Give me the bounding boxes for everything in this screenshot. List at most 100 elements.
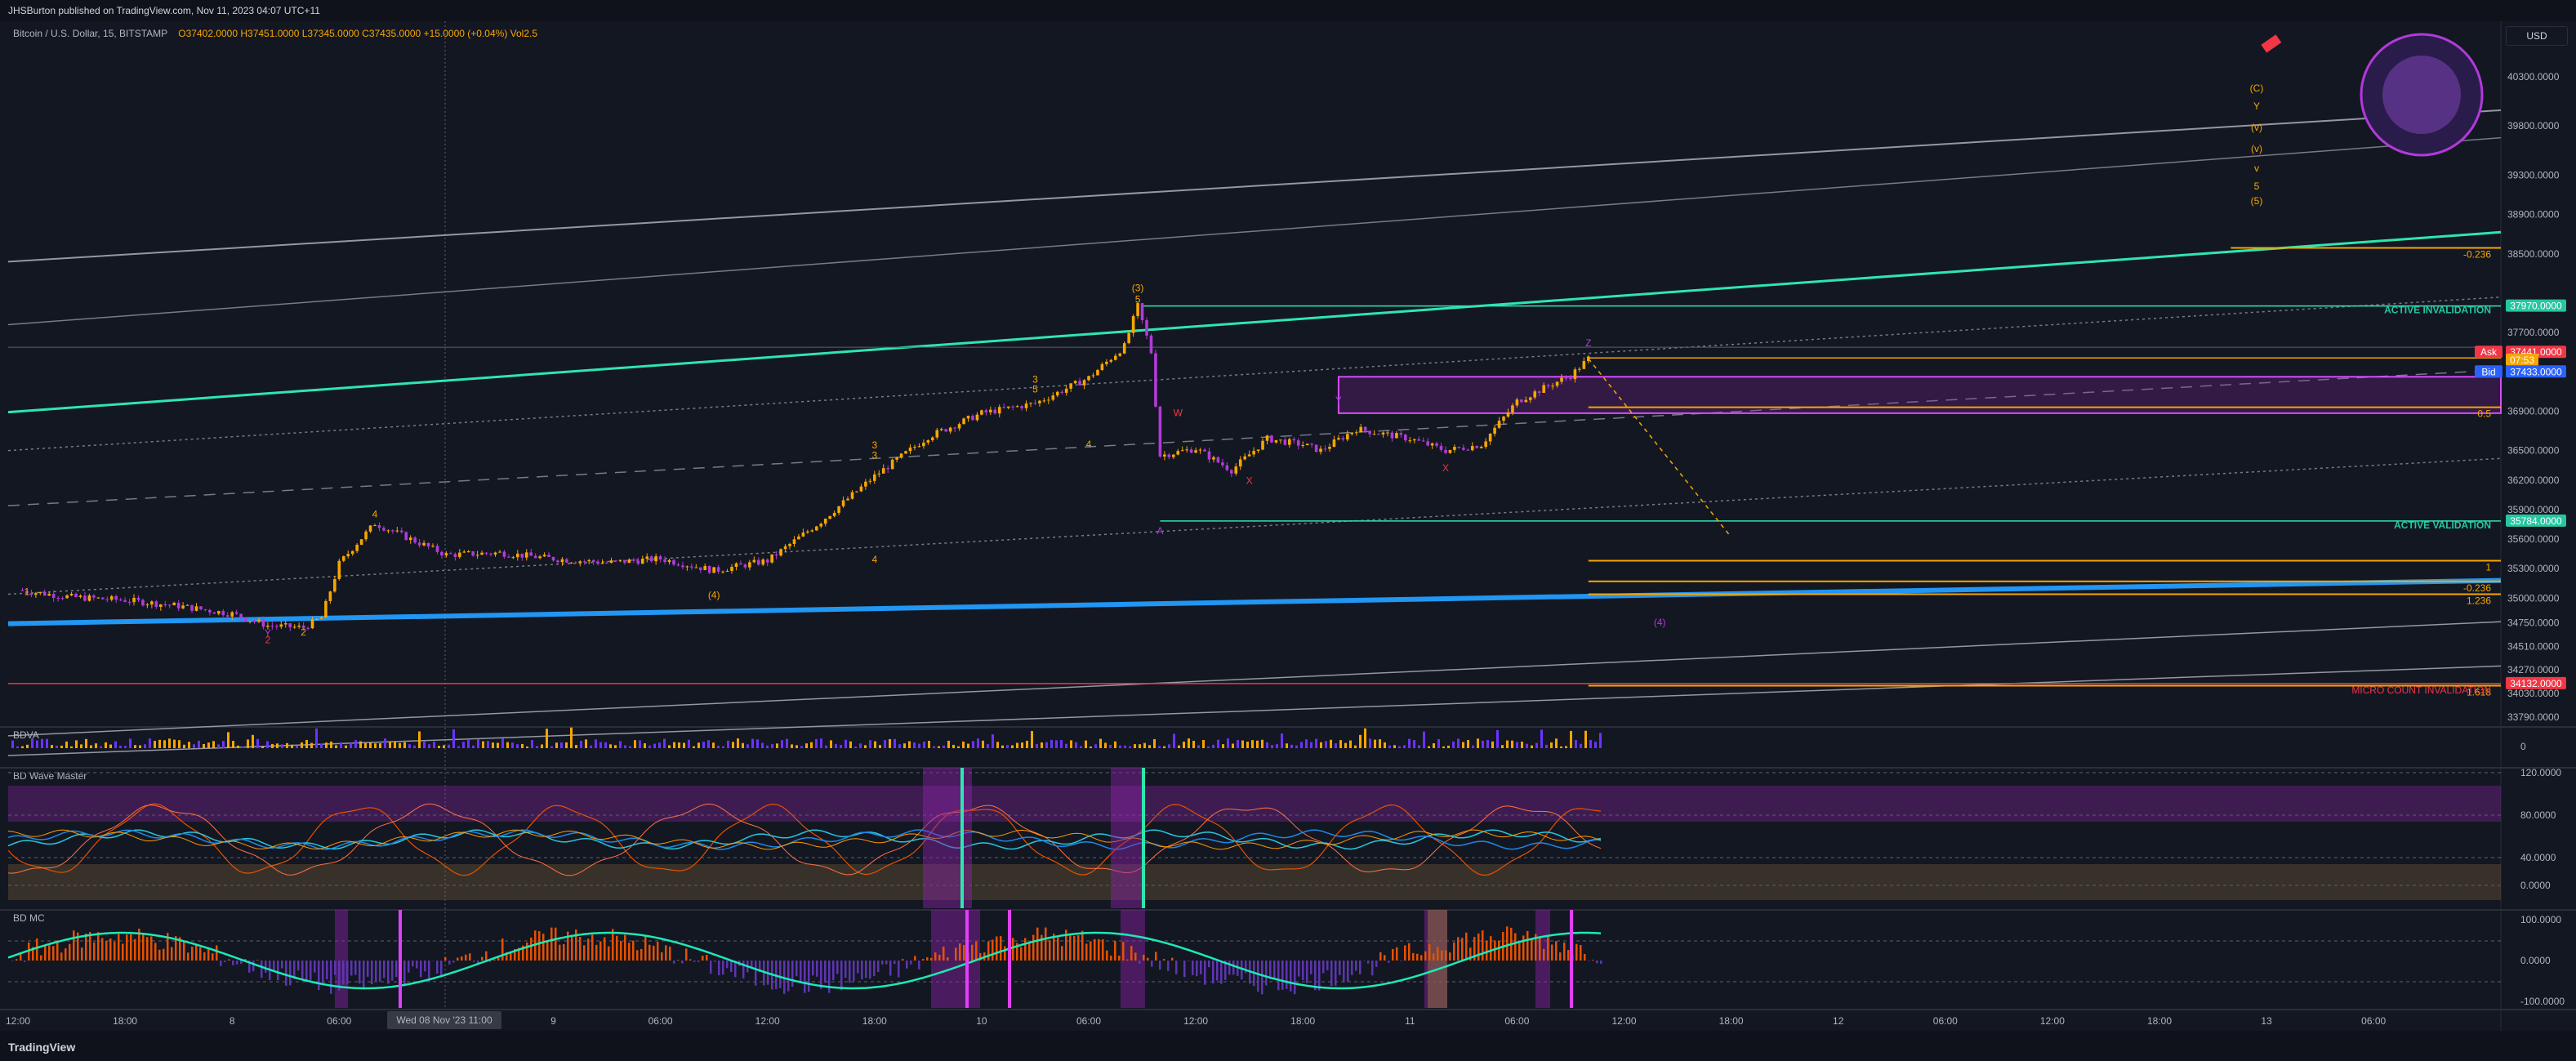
price-scale-label: 36200.0000 xyxy=(2507,475,2560,486)
mc-bar xyxy=(1351,961,1353,975)
mc-bar xyxy=(1208,961,1210,968)
candle-body xyxy=(1011,406,1014,408)
currency-button[interactable]: USD xyxy=(2506,26,2568,46)
candle-body xyxy=(1221,462,1224,466)
mc-bar xyxy=(383,961,386,979)
mc-bar xyxy=(1359,961,1362,974)
mc-bar xyxy=(1069,934,1072,961)
mc-bar xyxy=(36,938,38,961)
mc-bar xyxy=(1318,961,1321,991)
bdva-bar xyxy=(173,739,176,748)
bdva-bar xyxy=(859,743,862,748)
bdva-bar xyxy=(418,731,421,748)
chart-canvas[interactable]: 40300.000039800.000039300.000038900.0000… xyxy=(0,0,2576,1061)
candle-body xyxy=(1091,375,1095,377)
bdva-bar xyxy=(256,738,259,748)
bdva-bar xyxy=(1011,745,1014,748)
bdva-bar xyxy=(482,741,484,748)
time-axis-label: 12:00 xyxy=(2040,1015,2065,1027)
candle-body xyxy=(529,552,533,556)
mc-bar xyxy=(640,948,643,961)
lower-channel-dotted[interactable] xyxy=(7,457,2502,595)
candle-body xyxy=(51,594,56,599)
lower-gray-line-1[interactable] xyxy=(7,621,2502,737)
upper-channel-line-1[interactable] xyxy=(7,109,2502,263)
bdva-bar xyxy=(747,744,749,748)
bdva-bar xyxy=(884,740,886,748)
symbol-title[interactable]: Bitcoin / U.S. Dollar, 15, BITSTAMP xyxy=(13,28,167,39)
mc-bar xyxy=(579,937,582,961)
mc-bar xyxy=(1122,942,1125,961)
mc-bar xyxy=(1032,934,1035,961)
mc-bar xyxy=(408,961,410,973)
tradingview-logo[interactable]: TradingView xyxy=(8,1041,75,1054)
bdva-bar xyxy=(21,746,24,748)
candle-body xyxy=(1555,381,1559,386)
candle-body xyxy=(1560,377,1563,382)
upper-channel-line-2[interactable] xyxy=(7,136,2502,326)
fib-level-label: -0.236 xyxy=(2463,582,2491,594)
bdva-bar xyxy=(1589,739,1592,748)
bdva-bar xyxy=(957,746,960,748)
bdva-bar xyxy=(962,741,965,748)
candle-body xyxy=(944,429,947,432)
bdva-bar xyxy=(129,738,131,748)
bdva-volume-bars[interactable] xyxy=(11,727,1602,748)
candle-body xyxy=(466,551,470,553)
candle-body xyxy=(707,566,711,573)
lower-gray-line-2[interactable] xyxy=(7,665,2502,756)
mid-channel-dotted[interactable] xyxy=(7,296,2502,452)
candle-body xyxy=(350,551,354,555)
mc-bar xyxy=(898,961,900,978)
time-axis-label: 18:00 xyxy=(2147,1015,2172,1027)
candle-body xyxy=(1207,451,1211,460)
mc-bar xyxy=(1163,959,1165,961)
mc-bar xyxy=(1404,945,1406,961)
mc-bar xyxy=(1392,948,1394,961)
wm-overbought-band xyxy=(8,786,2501,822)
price-scale-label: 34510.0000 xyxy=(2507,640,2560,652)
bdva-bar xyxy=(1535,742,1538,748)
candle-body xyxy=(1140,303,1144,321)
bdva-bar xyxy=(938,746,940,748)
candle-body xyxy=(78,595,82,597)
bdva-bar xyxy=(629,746,631,748)
bdva-bar xyxy=(1599,733,1602,748)
candles-group[interactable] xyxy=(20,302,1590,631)
candle-body xyxy=(1444,449,1447,453)
mc-bar xyxy=(1522,935,1525,961)
mc-bar xyxy=(122,943,124,961)
mc-bar xyxy=(1347,961,1349,983)
wave-label: X xyxy=(1246,475,1253,487)
mc-bar xyxy=(56,940,59,961)
bdva-bar xyxy=(501,738,504,748)
candle-body xyxy=(908,447,912,452)
candle-body xyxy=(1247,454,1251,457)
bdva-bar xyxy=(379,743,381,748)
bdva-bar xyxy=(1486,740,1489,748)
bdva-bar xyxy=(820,738,822,748)
bdva-bar xyxy=(585,739,587,748)
mc-bar xyxy=(1551,944,1553,961)
candle-body xyxy=(1332,439,1336,448)
blue-trendline[interactable] xyxy=(7,577,2502,626)
mc-bar xyxy=(673,961,675,964)
time-axis-label: 06:00 xyxy=(1504,1015,1529,1027)
mc-bar xyxy=(1555,941,1558,961)
candle-body xyxy=(1404,435,1407,441)
bdva-bar xyxy=(742,742,744,748)
bdva-bar xyxy=(609,744,612,748)
mc-bar xyxy=(171,947,173,961)
bdva-bar xyxy=(658,742,661,748)
mc-bar xyxy=(60,952,63,961)
mc-bar xyxy=(199,947,202,961)
mc-bar xyxy=(232,961,234,965)
mc-bar xyxy=(485,951,488,961)
time-axis-label: 10 xyxy=(976,1015,987,1027)
candle-body xyxy=(1189,449,1193,453)
candle-body xyxy=(462,551,466,553)
wave-label: 2 xyxy=(301,626,306,638)
wm-oversold-band xyxy=(8,864,2501,900)
candle-body xyxy=(60,598,65,600)
bdva-bar xyxy=(1153,738,1156,748)
